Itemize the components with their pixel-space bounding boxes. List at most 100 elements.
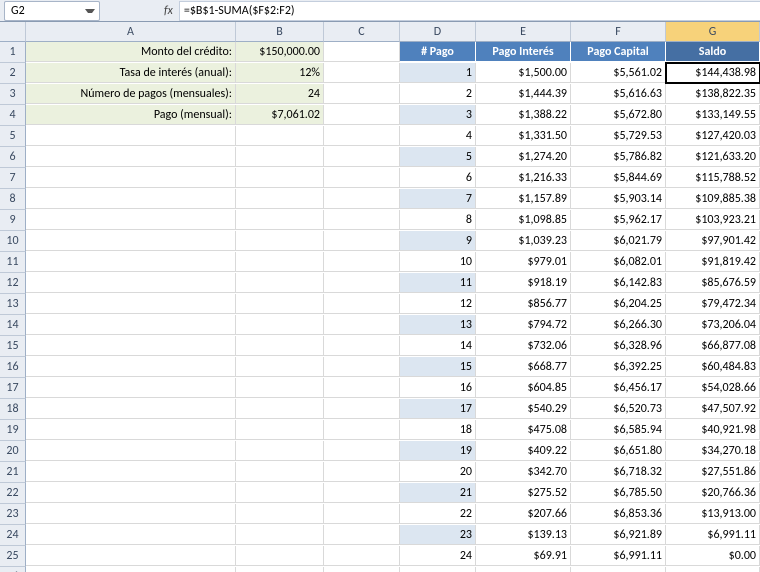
- cell-F21[interactable]: $6,718.32: [571, 462, 666, 482]
- cell-E21[interactable]: $342.70: [476, 462, 571, 482]
- cell-A14[interactable]: [26, 315, 236, 335]
- cell-C15[interactable]: [324, 336, 400, 356]
- cell-C16[interactable]: [324, 357, 400, 377]
- cell-A25[interactable]: [26, 546, 236, 566]
- chevron-down-icon[interactable]: [85, 9, 95, 13]
- cell-F26[interactable]: [571, 567, 666, 572]
- cell-C12[interactable]: [324, 273, 400, 293]
- row-header-6[interactable]: 6: [0, 147, 26, 168]
- cell-E24[interactable]: $139.13: [476, 525, 571, 545]
- cell-G24[interactable]: $6,991.11: [666, 525, 760, 545]
- col-header-C[interactable]: C: [324, 22, 400, 42]
- cell-D8[interactable]: 7: [400, 189, 476, 209]
- param-label-3[interactable]: Número de pagos (mensuales):: [26, 84, 236, 104]
- cell-D5[interactable]: 4: [400, 126, 476, 146]
- row-header-19[interactable]: 19: [0, 420, 26, 441]
- param-label-1[interactable]: Monto del crédito:: [26, 42, 236, 62]
- cell-A17[interactable]: [26, 378, 236, 398]
- param-value-4[interactable]: $7,061.02: [236, 105, 324, 125]
- cell-B13[interactable]: [236, 294, 324, 314]
- cell-C3[interactable]: [324, 84, 400, 104]
- cell-C11[interactable]: [324, 252, 400, 272]
- row-header-25[interactable]: 25: [0, 546, 26, 567]
- cell-C18[interactable]: [324, 399, 400, 419]
- row-header-1[interactable]: 1: [0, 42, 26, 63]
- row-header-2[interactable]: 2: [0, 63, 26, 84]
- cell-G9[interactable]: $103,923.21: [666, 210, 760, 230]
- cell-F7[interactable]: $5,844.69: [571, 168, 666, 188]
- cell-G14[interactable]: $73,206.04: [666, 315, 760, 335]
- row-header-5[interactable]: 5: [0, 126, 26, 147]
- table-header-g[interactable]: Saldo: [666, 42, 760, 62]
- cell-D13[interactable]: 12: [400, 294, 476, 314]
- active-cell[interactable]: $144,438.98: [666, 63, 760, 83]
- cell-B12[interactable]: [236, 273, 324, 293]
- cell-D3[interactable]: 2: [400, 84, 476, 104]
- cell-G12[interactable]: $85,676.59: [666, 273, 760, 293]
- cell-F18[interactable]: $6,520.73: [571, 399, 666, 419]
- grid[interactable]: ABCDEFG1Monto del crédito:$150,000.00# P…: [0, 22, 760, 572]
- cell-E2[interactable]: $1,500.00: [476, 63, 571, 83]
- cell-B15[interactable]: [236, 336, 324, 356]
- cell-D12[interactable]: 11: [400, 273, 476, 293]
- cell-F13[interactable]: $6,204.25: [571, 294, 666, 314]
- cell-A22[interactable]: [26, 483, 236, 503]
- cell-C7[interactable]: [324, 168, 400, 188]
- cell-D7[interactable]: 6: [400, 168, 476, 188]
- cell-B25[interactable]: [236, 546, 324, 566]
- cell-A13[interactable]: [26, 294, 236, 314]
- cell-A16[interactable]: [26, 357, 236, 377]
- row-header-15[interactable]: 15: [0, 336, 26, 357]
- cell-F15[interactable]: $6,328.96: [571, 336, 666, 356]
- cell-E17[interactable]: $604.85: [476, 378, 571, 398]
- cell-D25[interactable]: 24: [400, 546, 476, 566]
- cell-A12[interactable]: [26, 273, 236, 293]
- cell-B11[interactable]: [236, 252, 324, 272]
- row-header-24[interactable]: 24: [0, 525, 26, 546]
- cell-G11[interactable]: $91,819.42: [666, 252, 760, 272]
- cell-F11[interactable]: $6,082.01: [571, 252, 666, 272]
- cell-B16[interactable]: [236, 357, 324, 377]
- cell-B22[interactable]: [236, 483, 324, 503]
- cell-D19[interactable]: 18: [400, 420, 476, 440]
- cell-G5[interactable]: $127,420.03: [666, 126, 760, 146]
- cell-C8[interactable]: [324, 189, 400, 209]
- row-header-3[interactable]: 3: [0, 84, 26, 105]
- cell-E12[interactable]: $918.19: [476, 273, 571, 293]
- col-header-A[interactable]: A: [26, 22, 236, 42]
- cell-A24[interactable]: [26, 525, 236, 545]
- cell-G3[interactable]: $138,822.35: [666, 84, 760, 104]
- cell-F24[interactable]: $6,921.89: [571, 525, 666, 545]
- cell-E4[interactable]: $1,388.22: [476, 105, 571, 125]
- cell-C26[interactable]: [324, 567, 400, 572]
- cell-F8[interactable]: $5,903.14: [571, 189, 666, 209]
- cell-D20[interactable]: 19: [400, 441, 476, 461]
- cell-B26[interactable]: [236, 567, 324, 572]
- row-header-16[interactable]: 16: [0, 357, 26, 378]
- cell-A5[interactable]: [26, 126, 236, 146]
- col-header-B[interactable]: B: [236, 22, 324, 42]
- cell-C24[interactable]: [324, 525, 400, 545]
- cell-D14[interactable]: 13: [400, 315, 476, 335]
- row-header-13[interactable]: 13: [0, 294, 26, 315]
- cell-G8[interactable]: $109,885.38: [666, 189, 760, 209]
- param-label-2[interactable]: Tasa de interés (anual):: [26, 63, 236, 83]
- cell-F4[interactable]: $5,672.80: [571, 105, 666, 125]
- cell-A19[interactable]: [26, 420, 236, 440]
- cell-G26[interactable]: [666, 567, 760, 572]
- cell-F25[interactable]: $6,991.11: [571, 546, 666, 566]
- cell-A10[interactable]: [26, 231, 236, 251]
- row-header-23[interactable]: 23: [0, 504, 26, 525]
- cell-A21[interactable]: [26, 462, 236, 482]
- cell-G25[interactable]: $0.00: [666, 546, 760, 566]
- cell-C14[interactable]: [324, 315, 400, 335]
- cell-C5[interactable]: [324, 126, 400, 146]
- cell-B5[interactable]: [236, 126, 324, 146]
- param-value-3[interactable]: 24: [236, 84, 324, 104]
- cell-E16[interactable]: $668.77: [476, 357, 571, 377]
- row-header-20[interactable]: 20: [0, 441, 26, 462]
- cell-E15[interactable]: $732.06: [476, 336, 571, 356]
- cell-F6[interactable]: $5,786.82: [571, 147, 666, 167]
- cell-D24[interactable]: 23: [400, 525, 476, 545]
- cell-F17[interactable]: $6,456.17: [571, 378, 666, 398]
